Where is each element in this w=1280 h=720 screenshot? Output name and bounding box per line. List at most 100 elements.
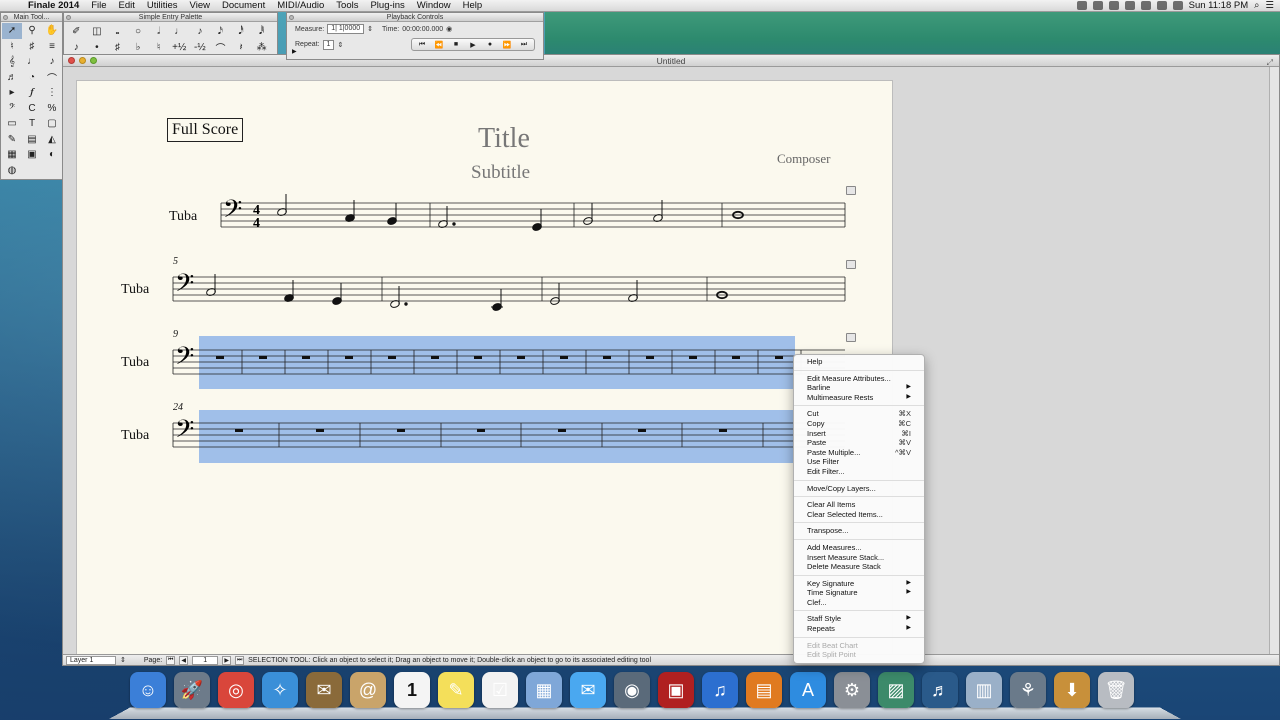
messages-icon[interactable]: ✉: [570, 672, 606, 708]
clock[interactable]: Sun 11:18 PM: [1189, 0, 1249, 11]
menu-item-delete-measure-stack[interactable]: Delete Measure Stack: [794, 562, 924, 572]
photo-booth-icon[interactable]: ▣: [658, 672, 694, 708]
menu-item-add-measures[interactable]: Add Measures...: [794, 543, 924, 553]
articulation-icon[interactable]: ▸: [2, 85, 22, 101]
speedy-entry-icon[interactable]: ♪: [42, 54, 62, 70]
spotlight-icon[interactable]: ⌕: [1254, 0, 1259, 11]
whole-note-alt-icon[interactable]: ○: [128, 23, 149, 39]
menu-midi-audio[interactable]: MIDI/Audio: [271, 0, 330, 11]
eraser-icon[interactable]: ✐: [66, 23, 87, 39]
sixtyfourth-note-icon[interactable]: 𝅘𝅥𝅱: [251, 23, 272, 39]
preview-icon[interactable]: ▦: [526, 672, 562, 708]
menu-item-edit-measure-attributes[interactable]: Edit Measure Attributes...: [794, 374, 924, 384]
graphics-tool-icon[interactable]: ▢: [42, 116, 62, 132]
menu-utilities[interactable]: Utilities: [141, 0, 184, 11]
time-machine-icon[interactable]: [1124, 1, 1135, 10]
iphoto-icon[interactable]: ▨: [878, 672, 914, 708]
half-note-icon[interactable]: 𝅗𝅥: [148, 23, 169, 39]
hyperscribe-icon[interactable]: ◐: [42, 147, 62, 163]
system-preferences-icon[interactable]: ⚙: [834, 672, 870, 708]
eighth-note-icon[interactable]: ♪: [190, 23, 211, 39]
layer-select[interactable]: Layer 1: [66, 655, 116, 665]
zoom-tool-icon[interactable]: ⚲: [22, 23, 42, 39]
mirror-tool-icon[interactable]: ▤: [22, 132, 42, 148]
rewind-icon[interactable]: ⏪: [432, 39, 446, 50]
mail-stamp-icon[interactable]: ✉: [306, 672, 342, 708]
simple-entry-icon[interactable]: ♬: [2, 70, 22, 86]
natural-icon[interactable]: ♮: [148, 39, 169, 55]
page-layout-icon[interactable]: ▦: [2, 147, 22, 163]
clef-tool-icon[interactable]: 𝄞: [2, 54, 22, 70]
menu-item-repeats[interactable]: Repeats ▶: [794, 624, 924, 634]
repeat-tool-icon[interactable]: ⋮: [42, 85, 62, 101]
screen-icon[interactable]: [1076, 1, 1087, 10]
minimize-window-icon[interactable]: [79, 57, 86, 64]
score-page[interactable]: Full Score Title Subtitle Composer Tuba …: [76, 80, 893, 665]
reminders-icon[interactable]: ☑: [482, 672, 518, 708]
migration-icon[interactable]: ⚘: [1010, 672, 1046, 708]
bluetooth-icon[interactable]: [1140, 1, 1151, 10]
chord-tool-icon[interactable]: C: [22, 101, 42, 117]
menu-item-transpose[interactable]: Transpose...: [794, 526, 924, 536]
expand-triangle-icon[interactable]: ▶: [292, 48, 297, 55]
play-icon[interactable]: ▶: [466, 39, 480, 50]
time-signature-icon[interactable]: ≡: [42, 39, 62, 55]
tuplet-tool-icon[interactable]: ◔: [22, 70, 42, 86]
menu-plugins[interactable]: Plug-ins: [364, 0, 410, 11]
itunes-icon[interactable]: ♫: [702, 672, 738, 708]
downloads-icon[interactable]: ⬇: [1054, 672, 1090, 708]
menu-item-move-copy-layers[interactable]: Move/Copy Layers...: [794, 484, 924, 494]
palette-close-icon[interactable]: [289, 15, 294, 20]
menu-item-insert-measure-stack[interactable]: Insert Measure Stack...: [794, 553, 924, 563]
safari-icon[interactable]: ✧: [262, 672, 298, 708]
double-whole-note-icon[interactable]: ◫: [87, 23, 108, 39]
prev-page-icon[interactable]: ◀: [179, 655, 189, 665]
menu-item-multimeasure-rests[interactable]: Multimeasure Rests ▶: [794, 393, 924, 403]
playback-options-icon[interactable]: ◉: [446, 25, 452, 33]
menu-item-time-signature[interactable]: Time Signature ▶: [794, 588, 924, 598]
percent-icon[interactable]: %: [42, 101, 62, 117]
menu-item-edit-filter[interactable]: Edit Filter...: [794, 467, 924, 477]
key-signature-icon[interactable]: ♯: [22, 39, 42, 55]
grace-note-icon[interactable]: ♪: [66, 39, 87, 55]
score-notation[interactable]: 𝄢 4 4 𝄢 𝄢 𝄢: [77, 81, 894, 666]
menu-item-barline[interactable]: Barline ▶: [794, 383, 924, 393]
layer-stepper-icon[interactable]: ⇕: [120, 656, 126, 664]
menu-document[interactable]: Document: [216, 0, 271, 11]
text-tool-icon[interactable]: T: [22, 116, 42, 132]
menu-item-help[interactable]: Help: [794, 357, 924, 367]
tie-icon[interactable]: ⌒: [210, 39, 231, 55]
time-field[interactable]: 00:00:00.000: [402, 26, 443, 33]
staff-tool-icon[interactable]: ♮: [2, 39, 22, 55]
repeat-stepper-icon[interactable]: ⇕: [337, 41, 343, 49]
quarter-note-icon[interactable]: ♩: [169, 23, 190, 39]
menu-file[interactable]: File: [85, 0, 112, 11]
rewind-to-start-icon[interactable]: ⏮: [415, 39, 429, 50]
rest-icon[interactable]: 𝄽: [231, 39, 252, 55]
sixteenth-note-icon[interactable]: 𝅘𝅥𝅯: [210, 23, 231, 39]
menu-edit[interactable]: Edit: [113, 0, 141, 11]
menu-item-cut[interactable]: Cut ⌘X: [794, 409, 924, 419]
menu-item-insert[interactable]: Insert ⌘I: [794, 429, 924, 439]
palette-close-icon[interactable]: [66, 15, 71, 20]
notification-center-icon[interactable]: ☰: [1265, 0, 1274, 11]
hand-grabber-icon[interactable]: ✋: [42, 23, 62, 39]
stop-icon[interactable]: ■: [449, 39, 463, 50]
facetime-icon[interactable]: ◉: [614, 672, 650, 708]
dot-icon[interactable]: •: [87, 39, 108, 55]
measure-field[interactable]: 1| 1|0000: [327, 24, 365, 34]
first-page-icon[interactable]: ⏮: [166, 655, 176, 665]
menu-item-paste[interactable]: Paste ⌘V: [794, 438, 924, 448]
lyrics-tool-icon[interactable]: 𝄢: [2, 101, 22, 117]
expression-icon[interactable]: 𝆑: [22, 85, 42, 101]
repeat-field[interactable]: 1: [322, 39, 335, 50]
close-window-icon[interactable]: [68, 57, 75, 64]
menu-help[interactable]: Help: [457, 0, 489, 11]
thirtysecond-note-icon[interactable]: 𝅘𝅥𝅰: [231, 23, 252, 39]
volume-icon[interactable]: [1172, 1, 1183, 10]
palette-close-icon[interactable]: [3, 15, 8, 20]
stickies-icon[interactable]: ✎: [438, 672, 474, 708]
midi-tool-icon[interactable]: ▣: [22, 147, 42, 163]
contacts-icon[interactable]: @: [350, 672, 386, 708]
menu-tools[interactable]: Tools: [330, 0, 364, 11]
